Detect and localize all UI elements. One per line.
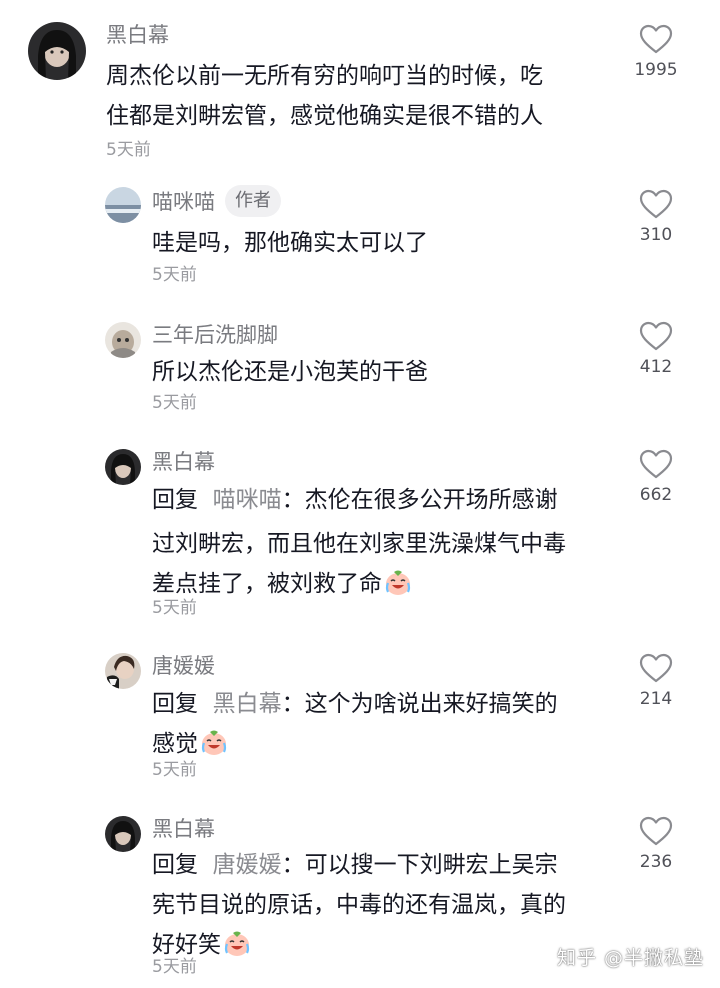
reply-text-line: 感觉 [152,724,558,764]
heart-outline-icon[interactable] [639,653,673,683]
author-badge: 作者 [225,185,281,217]
comment-username[interactable]: 黑白幕 [106,21,169,49]
like-button[interactable]: 214 [616,653,696,709]
like-count: 662 [639,485,673,505]
avatar[interactable] [28,22,86,80]
crying-laughing-emoji-icon [385,570,411,595]
reply-text-line: 回复 喵咪喵：杰伦在很多公开场所感谢 [152,480,566,520]
reply-time: 5天前 [152,393,197,413]
reply-text-line: 宪节目说的原话，中毒的还有温岚，真的 [152,892,566,918]
reply-prefix: 回复 [152,852,198,878]
reply-text-segment: ：杰伦在很多公开场所感谢 [281,487,558,513]
reply-text-line: 所以杰伦还是小泡芙的干爸 [152,359,428,385]
reply-text-segment: 感觉 [152,731,198,757]
like-count: 310 [639,225,673,245]
like-button[interactable]: 236 [616,816,696,872]
heart-outline-icon[interactable] [639,24,673,54]
reply-prefix: 回复 [152,487,198,513]
reply-text: 所以杰伦还是小泡芙的干爸 [152,352,428,392]
reply-text: 哇是吗，那他确实太可以了 [152,223,428,263]
reply-time: 5天前 [152,265,197,285]
comment-text-line: 周杰伦以前一无所有穷的响叮当的时候，吃 [106,63,543,89]
comment-text-line: 住都是刘畊宏管，感觉他确实是很不错的人 [106,103,543,129]
reply-time: 5天前 [152,957,197,977]
watermark: 知乎 @半撇私塾 [556,947,704,969]
crying-laughing-emoji-icon [201,730,227,755]
reply-target-username[interactable]: 唐媛媛 [213,852,282,878]
heart-outline-icon[interactable] [639,321,673,351]
reply-target-username[interactable]: 黑白幕 [213,691,282,717]
reply-username[interactable]: 唐媛媛 [152,652,215,680]
like-button[interactable]: 412 [616,321,696,377]
like-button[interactable]: 662 [616,449,696,505]
heart-outline-icon[interactable] [639,189,673,219]
like-button[interactable]: 310 [616,189,696,245]
avatar[interactable] [105,187,141,223]
reply-text-segment: 好好笑 [152,932,221,958]
crying-laughing-emoji-icon [224,931,250,956]
reply-text-segment: ：可以搜一下刘畊宏上吴宗 [281,852,558,878]
reply-text-line: 回复 黑白幕：这个为啥说出来好搞笑的 [152,684,558,724]
avatar[interactable] [105,653,141,689]
reply-time: 5天前 [152,760,197,780]
heart-outline-icon[interactable] [639,449,673,479]
reply-text-line: 好好笑 [152,925,566,965]
reply-target-username[interactable]: 喵咪喵 [213,487,282,513]
comment-time: 5天前 [106,140,151,160]
reply-text-segment: 差点挂了，被刘救了命 [152,571,382,597]
reply-time: 5天前 [152,598,197,618]
reply-prefix: 回复 [152,691,198,717]
reply-text: 回复 黑白幕：这个为啥说出来好搞笑的 感觉 [152,684,558,764]
like-count: 214 [639,689,673,709]
reply-username-text[interactable]: 喵咪喵 [152,190,215,214]
reply-text-line: 回复 唐媛媛：可以搜一下刘畊宏上吴宗 [152,845,566,885]
reply-text: 回复 喵咪喵：杰伦在很多公开场所感谢 过刘畊宏，而且他在刘家里洗澡煤气中毒 差点… [152,480,566,604]
like-count: 1995 [634,60,678,80]
reply-text: 回复 唐媛媛：可以搜一下刘畊宏上吴宗 宪节目说的原话，中毒的还有温岚，真的 好好… [152,845,566,965]
reply-text-line: 哇是吗，那他确实太可以了 [152,230,428,256]
reply-text-line: 过刘畊宏，而且他在刘家里洗澡煤气中毒 [152,531,566,557]
like-count: 236 [639,852,673,872]
reply-username[interactable]: 喵咪喵 作者 [152,185,281,219]
avatar[interactable] [105,816,141,852]
reply-username[interactable]: 黑白幕 [152,448,215,476]
reply-username[interactable]: 黑白幕 [152,815,215,843]
comment-text: 周杰伦以前一无所有穷的响叮当的时候，吃 住都是刘畊宏管，感觉他确实是很不错的人 [106,56,543,136]
avatar[interactable] [105,322,141,358]
like-count: 412 [639,357,673,377]
reply-username[interactable]: 三年后洗脚脚 [152,321,278,349]
avatar[interactable] [105,449,141,485]
heart-outline-icon[interactable] [639,816,673,846]
reply-text-segment: ：这个为啥说出来好搞笑的 [281,691,558,717]
reply-text-line: 差点挂了，被刘救了命 [152,564,566,604]
like-button[interactable]: 1995 [616,24,696,80]
